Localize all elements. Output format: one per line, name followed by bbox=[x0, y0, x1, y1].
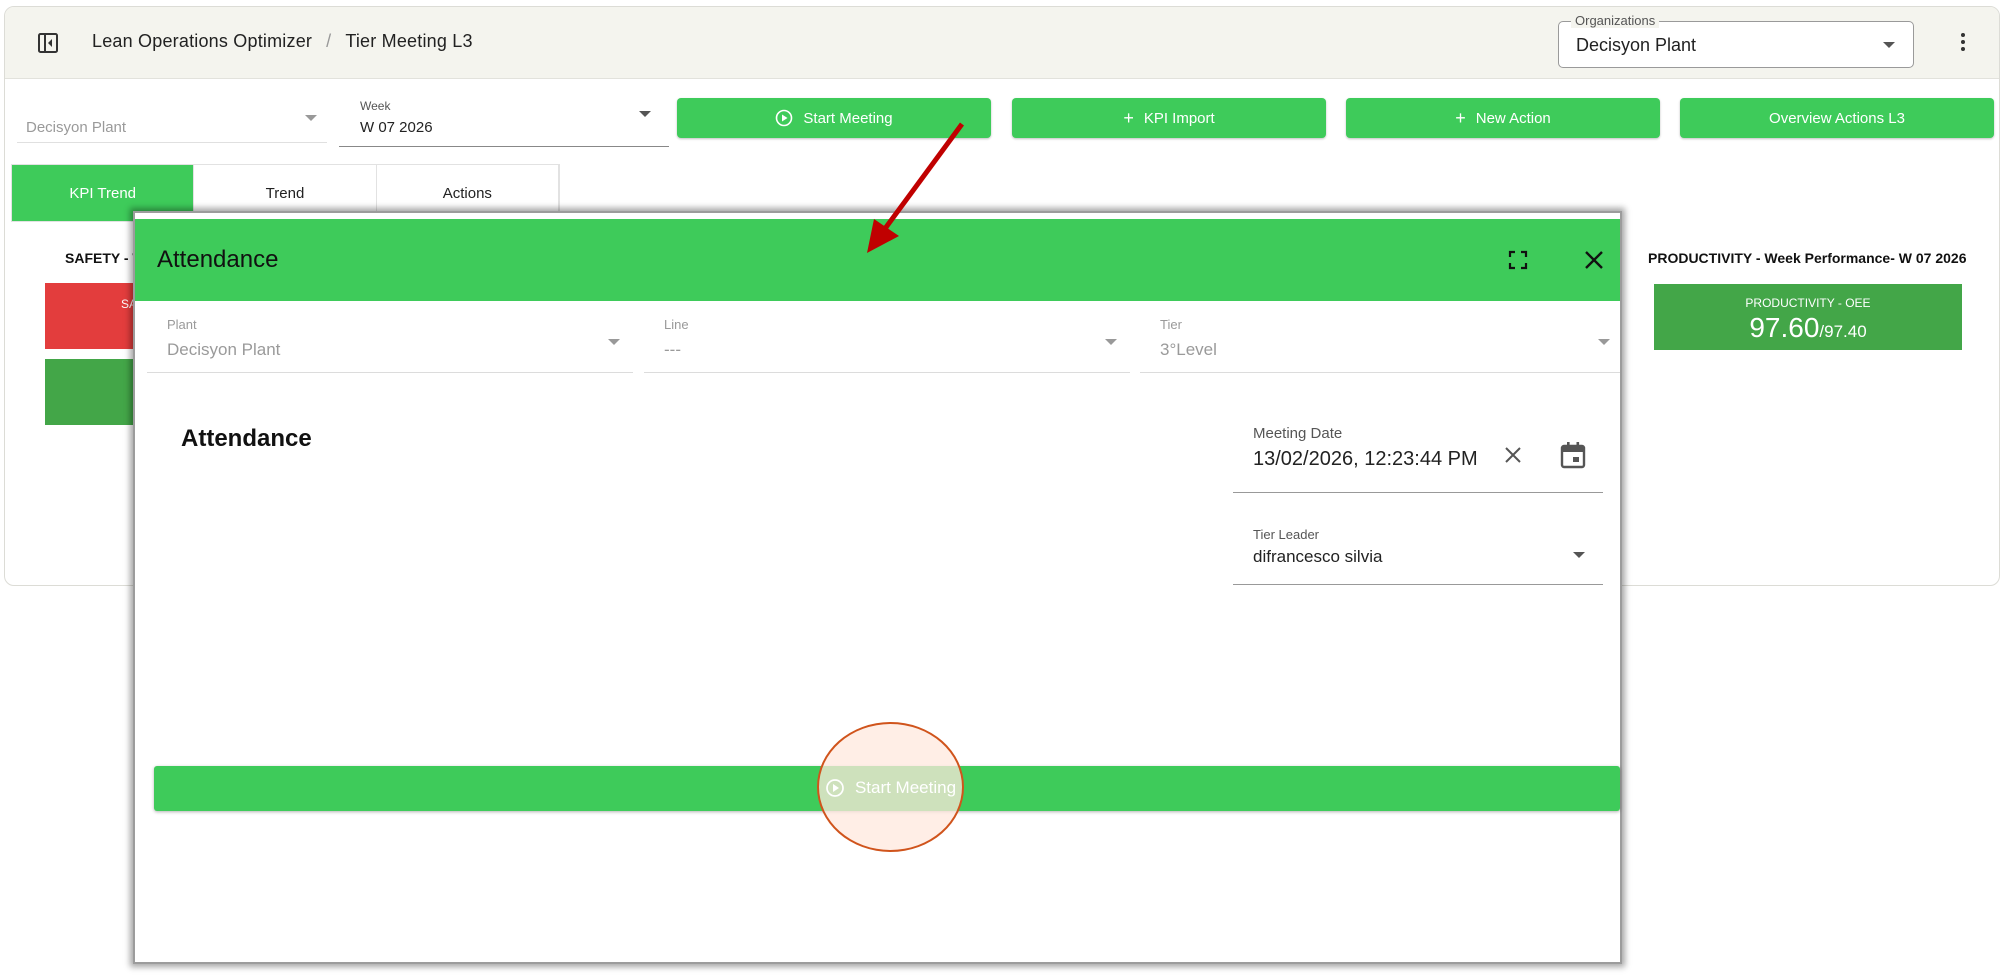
tier-leader-field[interactable]: Tier Leader difrancesco silvia bbox=[1233, 523, 1603, 585]
productivity-value: 97.60 bbox=[1749, 312, 1820, 343]
dialog-title: Attendance bbox=[157, 246, 279, 273]
productivity-target: /97.40 bbox=[1819, 322, 1867, 341]
tier-field-label: Tier bbox=[1160, 317, 1182, 332]
plant-field[interactable]: Plant Decisyon Plant bbox=[147, 309, 633, 373]
plus-icon: + bbox=[1455, 108, 1466, 128]
chevron-down-icon bbox=[305, 115, 317, 121]
line-field-value: --- bbox=[664, 340, 681, 359]
meeting-date-value: 13/02/2026, 12:23:44 PM bbox=[1253, 448, 1478, 470]
dialog-header: Attendance bbox=[135, 219, 1620, 301]
week-filter-value: W 07 2026 bbox=[360, 119, 433, 136]
top-bar: Lean Operations Optimizer / Tier Meeting… bbox=[5, 7, 1999, 79]
chevron-down-icon bbox=[1883, 42, 1895, 48]
meeting-date-field[interactable]: Meeting Date 13/02/2026, 12:23:44 PM bbox=[1233, 425, 1603, 493]
tier-field[interactable]: Tier 3°Level bbox=[1140, 309, 1620, 373]
breadcrumb-separator: / bbox=[326, 31, 332, 51]
close-icon[interactable] bbox=[1582, 248, 1606, 272]
tier-leader-value: difrancesco silvia bbox=[1253, 547, 1383, 566]
section-title: Attendance bbox=[181, 425, 312, 452]
kpi-import-label: KPI Import bbox=[1143, 109, 1215, 127]
meeting-date-label: Meeting Date bbox=[1253, 425, 1343, 442]
play-circle-icon bbox=[776, 109, 793, 127]
fullscreen-icon[interactable] bbox=[1507, 249, 1529, 271]
tier-leader-label: Tier Leader bbox=[1253, 527, 1319, 542]
play-circle-icon bbox=[826, 779, 844, 797]
more-vert-icon[interactable] bbox=[1953, 31, 1973, 55]
week-filter-label: Week bbox=[360, 99, 391, 113]
tier-field-value: 3°Level bbox=[1160, 340, 1217, 359]
dialog-start-meeting-label: Start Meeting bbox=[854, 778, 957, 797]
productivity-title: PRODUCTIVITY - Week Performance- W 07 20… bbox=[1648, 250, 1967, 266]
week-filter[interactable]: Week W 07 2026 bbox=[339, 87, 669, 147]
line-field-label: Line bbox=[664, 317, 689, 332]
organizations-value: Decisyon Plant bbox=[1576, 35, 1697, 55]
calendar-icon[interactable] bbox=[1560, 441, 1586, 469]
kpi-import-button[interactable]: + KPI Import bbox=[1012, 98, 1326, 138]
plant-filter[interactable]: Decisyon Plant bbox=[17, 87, 327, 143]
new-action-label: New Action bbox=[1475, 109, 1551, 127]
plus-icon: + bbox=[1123, 108, 1134, 128]
organizations-select[interactable]: Organizations Decisyon Plant bbox=[1558, 13, 1914, 68]
clear-icon[interactable] bbox=[1501, 443, 1525, 467]
breadcrumb: Lean Operations Optimizer / Tier Meeting… bbox=[92, 31, 473, 52]
chevron-down-icon bbox=[608, 339, 620, 345]
line-field[interactable]: Line --- bbox=[644, 309, 1130, 373]
overview-actions-button[interactable]: Overview Actions L3 bbox=[1680, 98, 1994, 138]
start-meeting-button[interactable]: Start Meeting bbox=[677, 98, 991, 138]
productivity-kpi-tile[interactable]: PRODUCTIVITY - OEE 97.60/97.40 bbox=[1654, 284, 1962, 350]
productivity-tile-label: PRODUCTIVITY - OEE bbox=[1745, 296, 1871, 310]
chevron-down-icon bbox=[1598, 339, 1610, 345]
chevron-down-icon bbox=[639, 111, 651, 117]
dialog-start-meeting-content[interactable]: Start Meeting bbox=[817, 776, 964, 800]
start-meeting-label: Start Meeting bbox=[803, 109, 893, 127]
sidebar-toggle-icon[interactable] bbox=[37, 32, 59, 54]
chevron-down-icon bbox=[1105, 339, 1117, 345]
organizations-label: Organizations bbox=[1571, 13, 1660, 28]
breadcrumb-page: Tier Meeting L3 bbox=[345, 31, 473, 51]
overview-actions-label: Overview Actions L3 bbox=[1769, 109, 1905, 127]
chevron-down-icon bbox=[1573, 552, 1585, 558]
plant-field-label: Plant bbox=[167, 317, 197, 332]
breadcrumb-app[interactable]: Lean Operations Optimizer bbox=[92, 31, 312, 52]
plant-field-value: Decisyon Plant bbox=[167, 340, 281, 359]
new-action-button[interactable]: + New Action bbox=[1346, 98, 1660, 138]
plant-filter-value: Decisyon Plant bbox=[26, 119, 127, 136]
